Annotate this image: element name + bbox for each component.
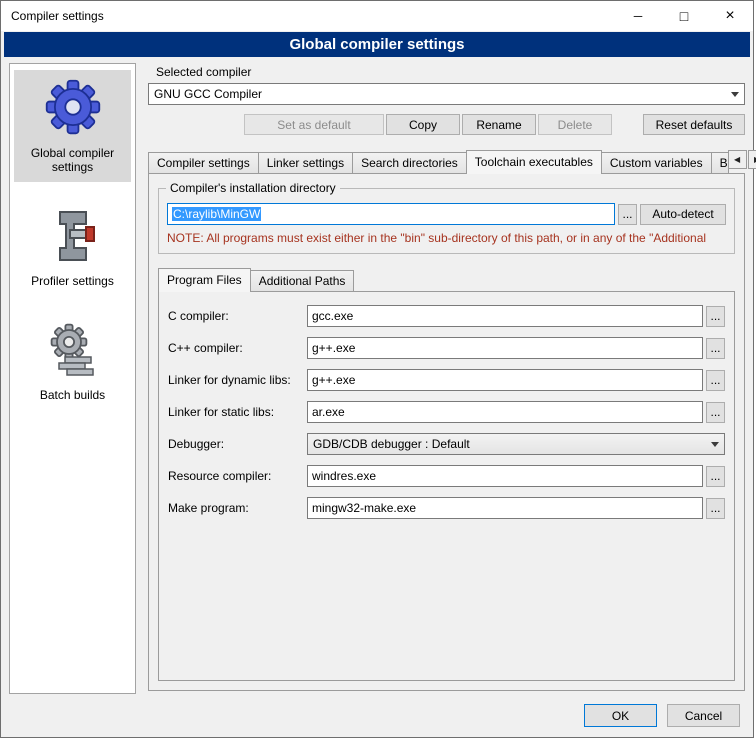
linker-dynamic-input[interactable]: g++.exe: [307, 369, 703, 391]
tab-additional-paths[interactable]: Additional Paths: [250, 270, 355, 291]
tab-custom-variables[interactable]: Custom variables: [601, 152, 712, 173]
settings-tabbar: Compiler settings Linker settings Search…: [148, 150, 745, 173]
tab-program-files[interactable]: Program Files: [158, 268, 251, 292]
linker-static-browse-button[interactable]: ...: [706, 402, 725, 423]
cpp-compiler-label: C++ compiler:: [168, 341, 307, 355]
compiler-settings-window: Compiler settings ─ □ × Global compiler …: [0, 0, 754, 738]
c-compiler-input[interactable]: gcc.exe: [307, 305, 703, 327]
cancel-button[interactable]: Cancel: [667, 704, 740, 727]
maximize-icon: □: [680, 9, 688, 23]
make-program-input[interactable]: mingw32-make.exe: [307, 497, 703, 519]
resource-compiler-label: Resource compiler:: [168, 469, 307, 483]
resource-compiler-input[interactable]: windres.exe: [307, 465, 703, 487]
sidebar-item-profiler-settings[interactable]: Profiler settings: [14, 198, 131, 296]
compiler-button-row: Set as default Copy Rename Delete Reset …: [148, 114, 745, 135]
sidebar-item-global-compiler-settings[interactable]: Global compiler settings: [14, 70, 131, 182]
main-panel: Selected compiler GNU GCC Compiler Set a…: [146, 63, 745, 694]
program-files-page: C compiler: gcc.exe ... C++ compiler: g+…: [158, 291, 735, 681]
debugger-select[interactable]: GDB/CDB debugger : Default: [307, 433, 725, 455]
linker-static-label: Linker for static libs:: [168, 405, 307, 419]
batch-builds-icon: [45, 318, 101, 380]
linker-static-field: Linker for static libs: ar.exe ...: [168, 401, 725, 423]
make-program-browse-button[interactable]: ...: [706, 498, 725, 519]
gear-icon: [44, 76, 102, 138]
linker-dynamic-browse-button[interactable]: ...: [706, 370, 725, 391]
linker-dynamic-label: Linker for dynamic libs:: [168, 373, 307, 387]
note-text: NOTE: All programs must exist either in …: [167, 231, 726, 245]
debugger-label: Debugger:: [168, 437, 307, 451]
tab-build-options[interactable]: Buil: [711, 152, 729, 173]
groupbox-title: Compiler's installation directory: [166, 181, 340, 195]
selected-compiler-label: Selected compiler: [156, 65, 745, 79]
install-dir-selected-text: C:\raylib\MinGW: [172, 207, 261, 221]
cpp-compiler-input[interactable]: g++.exe: [307, 337, 703, 359]
profiler-icon: [46, 204, 100, 266]
tab-compiler-settings[interactable]: Compiler settings: [148, 152, 259, 173]
tab-search-directories[interactable]: Search directories: [352, 152, 467, 173]
arrow-left-icon: ◀: [734, 155, 740, 164]
copy-button[interactable]: Copy: [386, 114, 460, 135]
titlebar-controls: ─ □ ×: [615, 1, 753, 31]
toolchain-executables-page: Compiler's installation directory C:\ray…: [148, 173, 745, 691]
tab-toolchain-executables[interactable]: Toolchain executables: [466, 150, 602, 174]
auto-detect-button[interactable]: Auto-detect: [640, 204, 726, 225]
window-title: Compiler settings: [1, 9, 104, 23]
install-dir-browse-button[interactable]: ...: [618, 204, 637, 225]
cpp-compiler-browse-button[interactable]: ...: [706, 338, 725, 359]
linker-dynamic-field: Linker for dynamic libs: g++.exe ...: [168, 369, 725, 391]
titlebar: Compiler settings ─ □ ×: [1, 1, 753, 31]
set-as-default-button[interactable]: Set as default: [244, 114, 384, 135]
c-compiler-browse-button[interactable]: ...: [706, 306, 725, 327]
ok-button[interactable]: OK: [584, 704, 657, 727]
rename-button[interactable]: Rename: [462, 114, 536, 135]
close-icon: ×: [725, 8, 734, 24]
reset-defaults-button[interactable]: Reset defaults: [643, 114, 745, 135]
resource-compiler-browse-button[interactable]: ...: [706, 466, 725, 487]
dialog-footer: OK Cancel: [1, 694, 753, 737]
delete-button[interactable]: Delete: [538, 114, 612, 135]
dialog-header: Global compiler settings: [4, 32, 750, 57]
cpp-compiler-field: C++ compiler: g++.exe ...: [168, 337, 725, 359]
maximize-button[interactable]: □: [661, 1, 707, 31]
compiler-combobox[interactable]: GNU GCC Compiler: [148, 83, 745, 105]
resource-compiler-field: Resource compiler: windres.exe ...: [168, 465, 725, 487]
program-files-tabbar: Program Files Additional Paths: [158, 268, 735, 291]
tab-scroll-right-button[interactable]: ▶: [748, 150, 756, 169]
chevron-down-icon: [726, 84, 744, 104]
install-dir-input[interactable]: C:\raylib\MinGW: [167, 203, 615, 225]
debugger-field: Debugger: GDB/CDB debugger : Default: [168, 433, 725, 455]
dialog-content: Global compiler settings Profiler settin…: [1, 57, 753, 694]
make-program-label: Make program:: [168, 501, 307, 515]
installation-directory-groupbox: Compiler's installation directory C:\ray…: [158, 188, 735, 254]
sidebar-item-label: Profiler settings: [31, 274, 114, 288]
sidebar-item-batch-builds[interactable]: Batch builds: [14, 312, 131, 410]
chevron-down-icon: [706, 434, 724, 454]
close-button[interactable]: ×: [707, 1, 753, 31]
linker-static-input[interactable]: ar.exe: [307, 401, 703, 423]
installation-directory-row: C:\raylib\MinGW ... Auto-detect: [167, 203, 726, 225]
debugger-select-value: GDB/CDB debugger : Default: [308, 437, 706, 451]
c-compiler-field: C compiler: gcc.exe ...: [168, 305, 725, 327]
tab-scrollers: ◀ ▶: [728, 150, 756, 169]
sidebar: Global compiler settings Profiler settin…: [9, 63, 136, 694]
tab-linker-settings[interactable]: Linker settings: [258, 152, 353, 173]
minimize-icon: ─: [634, 10, 643, 22]
make-program-field: Make program: mingw32-make.exe ...: [168, 497, 725, 519]
minimize-button[interactable]: ─: [615, 1, 661, 31]
compiler-combobox-value: GNU GCC Compiler: [149, 87, 726, 101]
c-compiler-label: C compiler:: [168, 309, 307, 323]
sidebar-item-label: Batch builds: [40, 388, 105, 402]
tab-scroll-left-button[interactable]: ◀: [728, 150, 747, 169]
sidebar-item-label: Global compiler settings: [16, 146, 129, 174]
